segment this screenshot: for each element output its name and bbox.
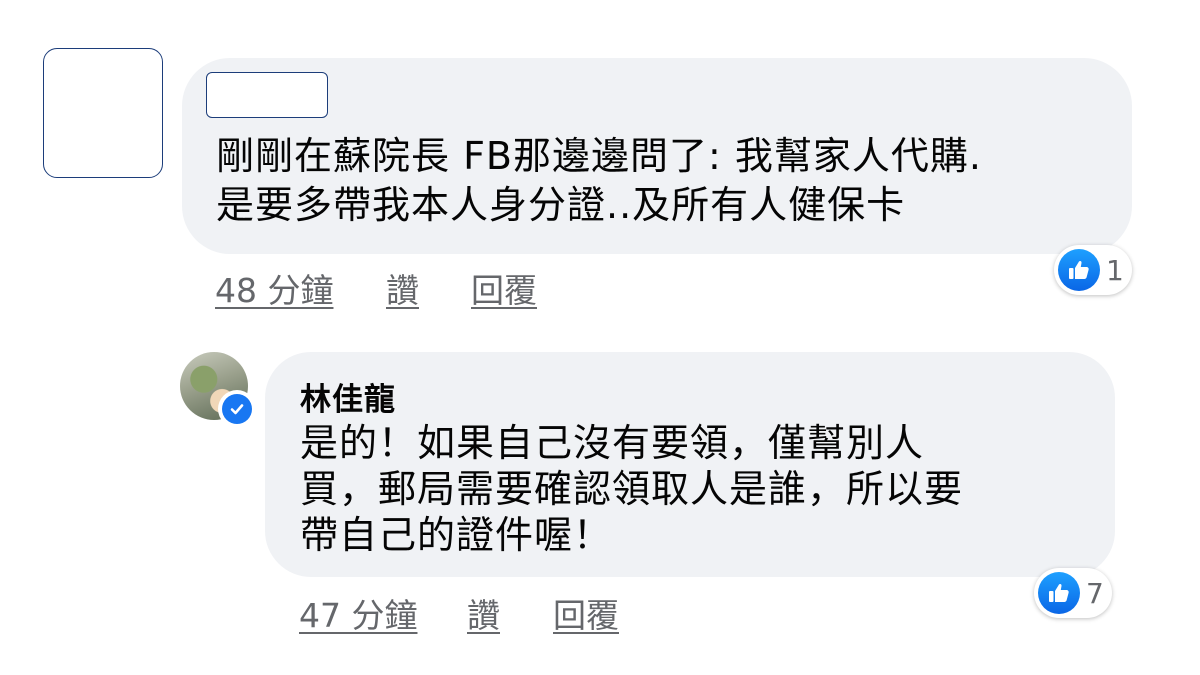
comment-reply-button[interactable]: 回覆 <box>471 264 537 312</box>
reply-reply-button[interactable]: 回覆 <box>553 589 619 637</box>
commenter-avatar-redacted[interactable] <box>43 48 163 178</box>
comment-timestamp[interactable]: 48 分鐘 <box>215 264 333 312</box>
verified-badge <box>218 390 256 428</box>
reply-reaction-count: 7 <box>1086 576 1104 610</box>
reply-like-button[interactable]: 讚 <box>467 589 500 637</box>
reply-reaction-badge[interactable]: 7 <box>1034 568 1112 618</box>
reply-timestamp[interactable]: 47 分鐘 <box>299 589 417 637</box>
comment-like-button[interactable]: 讚 <box>386 264 419 312</box>
thumbs-up-icon <box>1038 572 1080 614</box>
comment-text: 剛剛在蘇院長 FB那邊邊問了: 我幫家人代購. 是要多帶我本人身分證..及所有人… <box>216 134 982 227</box>
comment-reaction-badge[interactable]: 1 <box>1054 245 1132 295</box>
commenter-name-redacted[interactable] <box>206 72 328 118</box>
checkmark-icon <box>222 394 252 424</box>
reply-text: 是的！如果自己沒有要領，僅幫別人 買，郵局需要確認領取人是誰，所以要 帶自己的證… <box>300 421 964 557</box>
thumbs-up-icon <box>1058 249 1100 291</box>
reply-author-name[interactable]: 林佳龍 <box>300 374 396 419</box>
comment-reaction-count: 1 <box>1106 253 1124 287</box>
